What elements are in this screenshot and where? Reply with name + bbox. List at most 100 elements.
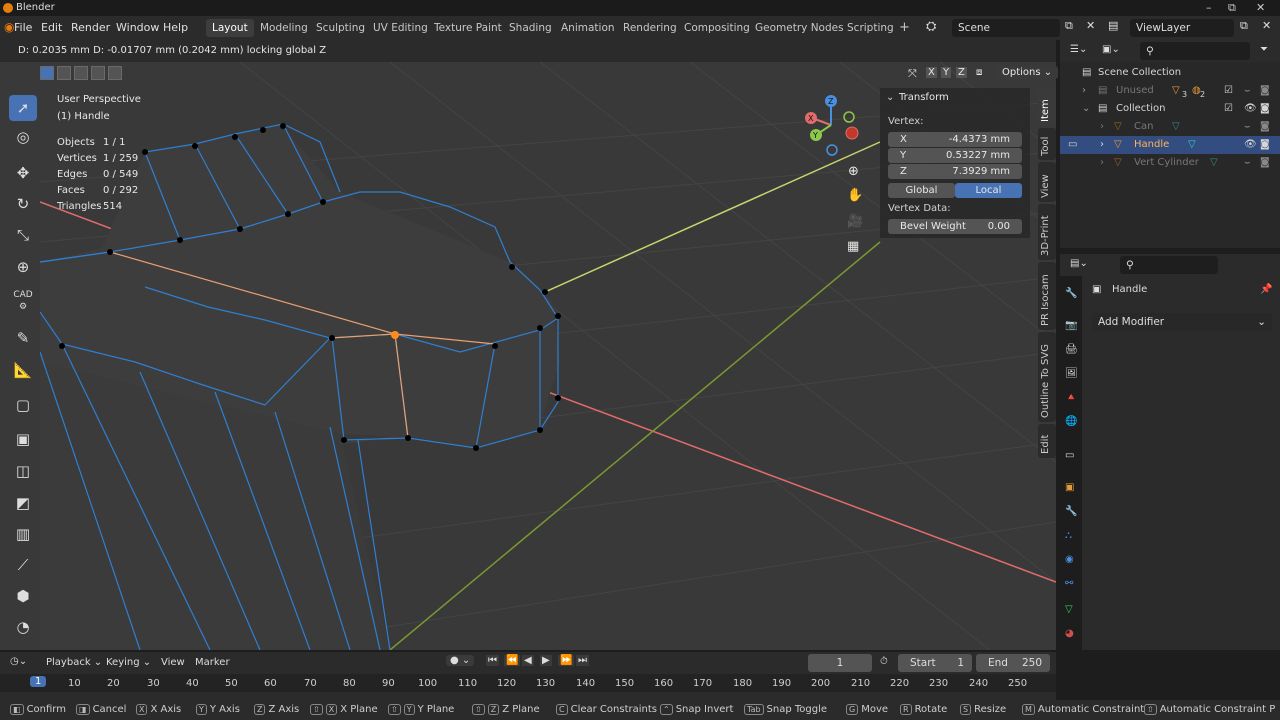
render-props-icon[interactable]: 📷 <box>1065 320 1077 332</box>
zoom-icon[interactable]: ⊕ <box>848 164 859 179</box>
collection-props-icon[interactable]: ▭ <box>1065 450 1077 462</box>
annotate-tool-icon[interactable]: ✎ <box>9 325 37 351</box>
tab-tool[interactable]: Tool <box>1038 128 1056 160</box>
hide-icon[interactable]: ⌣ <box>1244 82 1251 100</box>
view-menu[interactable]: View <box>161 657 185 668</box>
jump-start-icon[interactable]: ⏮ <box>486 655 499 666</box>
outliner-row-vert-cylinder[interactable]: › ▽ Vert Cylinder ▽ ⌣ ◙ <box>1060 154 1280 172</box>
tab-3d-print[interactable]: 3D-Print <box>1038 204 1056 260</box>
mirror-x-toggle[interactable]: X <box>926 67 937 78</box>
render-icon[interactable]: ◙ <box>1260 136 1270 154</box>
view-layer-props-icon[interactable]: 🖼 <box>1065 368 1078 380</box>
tab-edit[interactable]: Edit <box>1038 424 1056 458</box>
select-option-button-1[interactable] <box>91 66 105 80</box>
transform-tool-icon[interactable]: ⊕ <box>9 254 37 280</box>
expand-icon[interactable]: › <box>1100 136 1104 154</box>
mesh-data-props-icon[interactable]: ▽ <box>1065 604 1077 616</box>
tab-compositing[interactable]: Compositing <box>678 19 756 37</box>
modifier-props-icon[interactable]: 🔧 <box>1065 506 1077 518</box>
tab-pr-isocam[interactable]: PR Isocam <box>1038 262 1056 330</box>
maximize-icon[interactable]: ⧉ <box>1228 1 1236 15</box>
cad-tool-icon[interactable]: CAD ⚙ <box>9 289 37 315</box>
tab-scripting[interactable]: Scripting <box>841 19 900 37</box>
play-reverse-icon[interactable]: ◀ <box>522 655 534 666</box>
scale-tool-icon[interactable]: ⤡ <box>9 222 37 248</box>
hide-icon[interactable]: ⌣ <box>1244 154 1251 172</box>
outliner-editor-type-icon[interactable]: ☰⌄ <box>1070 44 1087 55</box>
pan-hand-icon[interactable]: ✋ <box>847 188 863 203</box>
play-icon[interactable]: ▶ <box>540 655 552 666</box>
render-icon[interactable]: ◙ <box>1260 82 1270 100</box>
bevel-weight-field[interactable]: Bevel Weight 0.00 <box>888 219 1022 234</box>
constraints-props-icon[interactable]: ⚯ <box>1065 578 1077 590</box>
tab-item[interactable]: Item <box>1038 88 1056 126</box>
scene-icon[interactable]: ⛭ <box>926 19 936 34</box>
mirror-icon[interactable]: ⤧ <box>908 67 917 81</box>
menu-help[interactable]: Help <box>163 21 188 34</box>
snap-icon[interactable]: ⧈ <box>976 67 982 78</box>
delete-scene-icon[interactable]: ✕ <box>1086 19 1095 32</box>
minimize-icon[interactable]: – <box>1206 1 1212 14</box>
vertex-y-field[interactable]: Y 0.53227 mm <box>888 148 1022 163</box>
tab-sculpting[interactable]: Sculpting <box>310 19 371 37</box>
jump-keyframe-forward-icon[interactable]: ⏩ <box>558 655 575 666</box>
outliner-row-handle[interactable]: ▭ › ▽ Handle ▽ 👁 ◙ <box>1060 136 1280 154</box>
options-dropdown[interactable]: Options ⌄ <box>996 66 1059 79</box>
poly-build-tool-icon[interactable]: ⬢ <box>9 583 37 609</box>
tool-settings-icon[interactable]: 🔧 <box>1065 288 1077 300</box>
visibility-eye-icon[interactable]: 👁 <box>1244 136 1257 154</box>
end-frame-field[interactable]: End 250 <box>976 654 1050 672</box>
new-scene-icon[interactable]: ⧉ <box>1065 19 1073 33</box>
tab-geometry-nodes[interactable]: Geometry Nodes <box>749 19 850 37</box>
particles-props-icon[interactable]: ⛬ <box>1065 530 1077 542</box>
tab-animation[interactable]: Animation <box>555 19 621 37</box>
outliner-row-scene-collection[interactable]: ▤ Scene Collection <box>1060 64 1280 82</box>
expand-icon[interactable]: › <box>1100 154 1104 172</box>
menu-edit[interactable]: Edit <box>41 21 62 34</box>
render-icon[interactable]: ◙ <box>1260 100 1270 118</box>
exclude-checkbox[interactable]: ☑ <box>1224 100 1233 118</box>
render-icon[interactable]: ◙ <box>1260 118 1270 136</box>
playhead-frame[interactable]: 1 <box>30 676 47 687</box>
timeline-editor-type-icon[interactable]: ◷⌄ <box>10 656 27 667</box>
add-modifier-dropdown[interactable]: Add Modifier ⌄ <box>1092 313 1272 331</box>
spin-tool-icon[interactable]: ◔ <box>9 614 37 640</box>
local-toggle[interactable]: Local <box>955 183 1022 198</box>
global-toggle[interactable]: Global <box>888 183 955 198</box>
tab-uv-editing[interactable]: UV Editing <box>367 19 434 37</box>
move-tool-icon[interactable]: ✥ <box>9 160 37 186</box>
timeline-ruler[interactable]: 1 10 20 30 40 50 60 70 80 90 100 110 120… <box>0 674 1056 692</box>
expand-icon[interactable]: › <box>1100 118 1104 136</box>
new-viewlayer-icon[interactable]: ⧉ <box>1240 19 1248 33</box>
menu-render[interactable]: Render <box>71 21 110 34</box>
tab-layout[interactable]: Layout <box>206 19 254 37</box>
expand-icon[interactable]: › <box>1082 82 1086 100</box>
transform-section-title[interactable]: Transform <box>899 92 949 103</box>
cursor-tool-icon[interactable]: ◎ <box>9 124 37 150</box>
select-box-tool-icon[interactable]: ➚ <box>9 95 37 121</box>
scene-props-icon[interactable]: 🔺 <box>1065 392 1077 404</box>
tab-view[interactable]: View <box>1038 162 1056 202</box>
vertex-select-mode-button[interactable] <box>40 66 54 80</box>
vertex-z-field[interactable]: Z 7.3929 mm <box>888 164 1022 179</box>
collapse-icon[interactable]: ⌄ <box>1082 100 1090 118</box>
transform-collapse-icon[interactable]: ⌄ <box>886 92 894 103</box>
tab-texture-paint[interactable]: Texture Paint <box>428 19 508 37</box>
add-cube-tool-icon[interactable]: ▢ <box>9 392 37 418</box>
camera-view-icon[interactable]: 🎥 <box>847 214 863 229</box>
viewlayer-name-field[interactable]: ViewLayer <box>1130 19 1234 37</box>
world-props-icon[interactable]: 🌐 <box>1065 416 1077 428</box>
keying-menu[interactable]: Keying ⌄ <box>106 657 151 668</box>
visibility-eye-icon[interactable]: 👁 <box>1244 100 1257 118</box>
auto-keying-toggle[interactable]: ● ⌄ <box>446 655 475 666</box>
menu-window[interactable]: Window <box>116 21 159 34</box>
outliner-display-mode-icon[interactable]: ▣⌄ <box>1102 44 1120 55</box>
output-props-icon[interactable]: 🖨 <box>1065 344 1078 356</box>
measure-tool-icon[interactable]: 📐 <box>9 357 37 383</box>
start-frame-field[interactable]: Start 1 <box>898 654 972 672</box>
material-props-icon[interactable]: ◕ <box>1065 628 1077 640</box>
loop-cut-tool-icon[interactable]: ▥ <box>9 521 37 547</box>
jump-end-icon[interactable]: ⏭ <box>576 655 589 666</box>
marker-menu[interactable]: Marker <box>195 657 230 668</box>
delete-viewlayer-icon[interactable]: ✕ <box>1262 19 1271 32</box>
